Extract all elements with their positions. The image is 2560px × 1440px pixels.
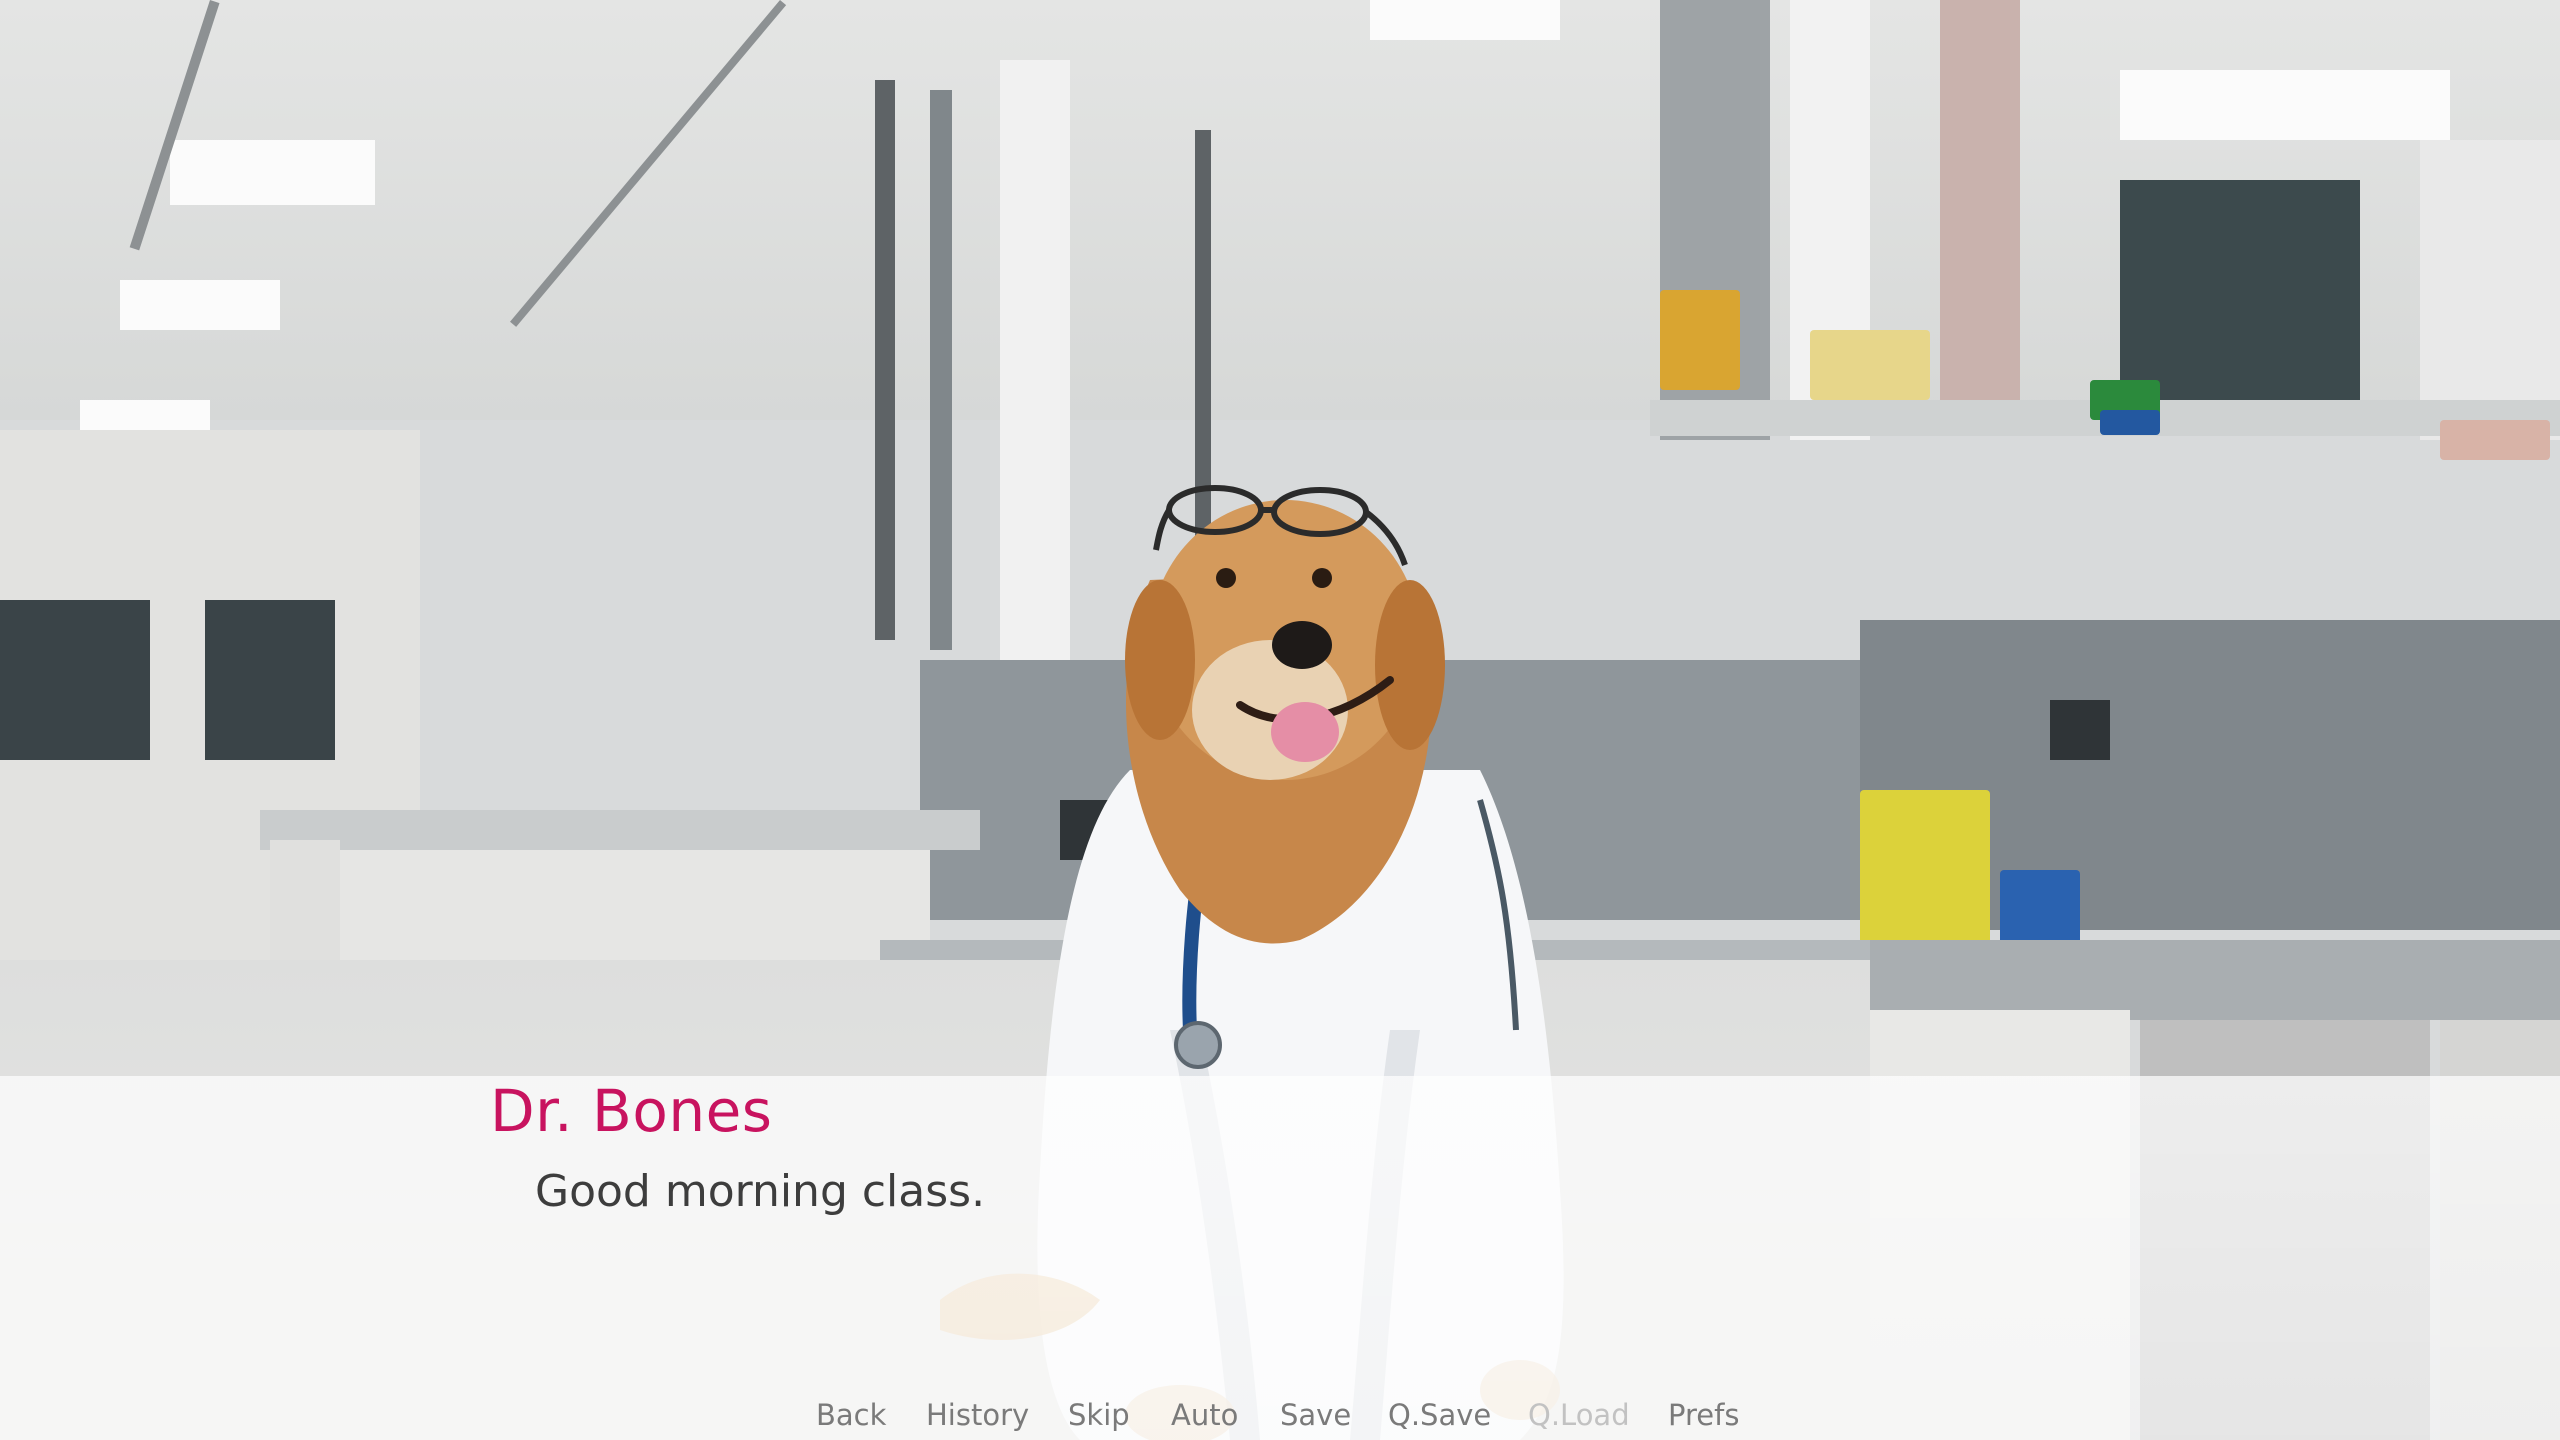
quick-menu-prefs-button[interactable]: Prefs (1668, 1398, 1739, 1432)
quick-menu-qload-button: Q.Load (1528, 1398, 1630, 1432)
shelf-container (2440, 420, 2550, 460)
dog-ear (1375, 580, 1445, 750)
lab-pillar (875, 80, 895, 640)
quick-menu-save-button[interactable]: Save (1280, 1398, 1351, 1432)
dialogue-window[interactable] (0, 1076, 2560, 1440)
lab-column (1940, 0, 2020, 400)
shelf-container (2100, 410, 2160, 435)
lab-window (205, 600, 335, 760)
dialogue-text: Good morning class. (535, 1166, 986, 1217)
dog-eye (1216, 568, 1236, 588)
ceiling-light (1370, 0, 1560, 40)
lab-window (0, 600, 150, 760)
shelf-container (1810, 330, 1930, 400)
quick-menu-history-button[interactable]: History (926, 1398, 1029, 1432)
dog-nose (1272, 621, 1332, 669)
dog-ear (1125, 580, 1195, 740)
quick-menu-back-button[interactable]: Back (816, 1398, 886, 1432)
dog-tongue (1271, 702, 1339, 762)
lab-wall-right (2420, 140, 2560, 440)
quick-menu: Back History Skip Auto Save Q.Save Q.Loa… (0, 1398, 2560, 1438)
ceiling-light (120, 280, 280, 330)
quick-menu-auto-button[interactable]: Auto (1171, 1398, 1238, 1432)
quick-menu-skip-button[interactable]: Skip (1068, 1398, 1130, 1432)
dog-eye (1312, 568, 1332, 588)
shelf-container (1660, 290, 1740, 390)
bench-top (260, 810, 980, 850)
ceiling-light (80, 400, 210, 430)
ceiling-light (2120, 70, 2450, 140)
quick-menu-qsave-button[interactable]: Q.Save (1388, 1398, 1491, 1432)
speaker-name: Dr. Bones (490, 1077, 773, 1145)
bench-top (1870, 940, 2560, 1020)
stethoscope-chestpiece (1174, 1021, 1222, 1069)
lab-equipment (2050, 700, 2110, 760)
ceiling-light (170, 140, 375, 205)
lab-monitor (2120, 180, 2360, 400)
